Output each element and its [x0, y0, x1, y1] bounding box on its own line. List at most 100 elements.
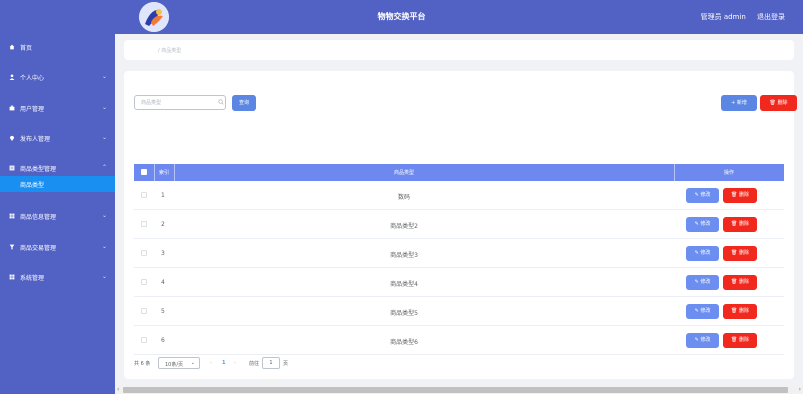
- edit-label: 修改: [700, 192, 711, 198]
- logout-link[interactable]: 退出登录: [757, 13, 785, 21]
- edit-button[interactable]: ✎ 修改: [686, 333, 719, 348]
- pin-icon: [9, 135, 15, 141]
- row-category: 商品类型4: [390, 281, 418, 288]
- page-size-value: 10条/页: [165, 362, 184, 368]
- chevron-down-icon: ⌄: [101, 104, 107, 111]
- add-button[interactable]: + 新增: [721, 95, 757, 111]
- sidebar-item-home[interactable]: 首页: [0, 40, 115, 54]
- sidebar-item-users[interactable]: 用户管理 ⌄: [0, 101, 115, 115]
- scroll-left-icon[interactable]: ‹: [117, 386, 119, 393]
- sidebar-item-label: 个人中心: [20, 75, 45, 82]
- sidebar-item-profile[interactable]: 个人中心 ⌄: [0, 70, 115, 84]
- prev-page-button[interactable]: ‹: [210, 360, 212, 366]
- chevron-up-icon: ⌃: [101, 164, 107, 171]
- sidebar-item-label: 商品交易管理: [20, 245, 57, 252]
- table-row: 6 商品类型6 ✎ 修改 🗑 删除: [134, 326, 784, 355]
- sidebar-item-system[interactable]: 系统管理 ⌄: [0, 270, 115, 284]
- delete-label: 删除: [738, 192, 749, 198]
- scroll-right-icon[interactable]: ›: [799, 386, 801, 393]
- chevron-down-icon: ⌄: [101, 73, 107, 80]
- header-category: 商品类型: [393, 170, 414, 176]
- breadcrumb-text: / 商品类型: [158, 48, 182, 54]
- batch-delete-button[interactable]: 🗑 删除: [760, 95, 797, 111]
- horizontal-scrollbar[interactable]: ‹ ›: [115, 386, 803, 394]
- trash-icon: 🗑: [731, 221, 738, 227]
- edit-label: 修改: [700, 221, 711, 227]
- batch-delete-label: 删除: [777, 100, 788, 106]
- chevron-down-icon: ⌄: [190, 360, 195, 366]
- delete-button[interactable]: 🗑 删除: [723, 188, 757, 203]
- edit-icon: ✎: [694, 337, 699, 343]
- grid-icon: [9, 213, 15, 219]
- sidebar-item-trades[interactable]: 商品交易管理 ⌄: [0, 240, 115, 254]
- trash-icon: 🗑: [769, 100, 776, 106]
- sidebar-item-publishers[interactable]: 发布人管理 ⌄: [0, 131, 115, 145]
- sidebar-item-label: 系统管理: [20, 275, 45, 282]
- delete-button[interactable]: 🗑 删除: [723, 246, 757, 261]
- grid-icon: [9, 274, 15, 280]
- search-icon: [218, 99, 224, 105]
- delete-button[interactable]: 🗑 删除: [723, 217, 757, 232]
- row-category: 商品类型2: [390, 223, 418, 230]
- trash-icon: 🗑: [731, 192, 738, 198]
- delete-button[interactable]: 🗑 删除: [723, 304, 757, 319]
- edit-label: 修改: [700, 279, 711, 285]
- sidebar-item-goods-info[interactable]: 商品信息管理 ⌄: [0, 209, 115, 223]
- goto-page-input[interactable]: 1: [262, 357, 280, 369]
- sidebar-item-label: 用户管理: [20, 106, 45, 113]
- users-icon: [9, 105, 15, 111]
- delete-label: 删除: [738, 337, 749, 343]
- row-category: 商品类型5: [390, 310, 418, 317]
- sidebar-item-label: 首页: [20, 45, 33, 52]
- trash-icon: 🗑: [731, 250, 738, 256]
- edit-button[interactable]: ✎ 修改: [686, 188, 719, 203]
- top-bar: 物物交换平台 管理员 admin 退出登录: [0, 0, 803, 34]
- edit-button[interactable]: ✎ 修改: [686, 246, 719, 261]
- breadcrumb: / 商品类型: [124, 40, 794, 60]
- sidebar-item-label: 商品类型管理: [20, 166, 57, 173]
- delete-button[interactable]: 🗑 删除: [723, 333, 757, 348]
- trash-icon: 🗑: [731, 337, 738, 343]
- page-number[interactable]: 1: [222, 360, 225, 366]
- edit-button[interactable]: ✎ 修改: [686, 217, 719, 232]
- goto-unit: 页: [283, 361, 289, 367]
- delete-button[interactable]: 🗑 删除: [723, 275, 757, 290]
- table-row: 1 数码 ✎ 修改 🗑 删除: [134, 181, 784, 210]
- home-icon: [9, 44, 15, 50]
- edit-icon: ✎: [694, 279, 699, 285]
- list-icon: [9, 165, 15, 171]
- sidebar-item-label: 发布人管理: [20, 136, 51, 143]
- trash-icon: 🗑: [731, 279, 738, 285]
- header-actions: 操作: [723, 170, 734, 176]
- scrollbar-thumb[interactable]: [123, 387, 788, 393]
- sidebar-item-category-management[interactable]: 商品类型管理 ⌃: [0, 161, 115, 175]
- trash-icon: 🗑: [731, 308, 738, 314]
- row-category: 数码: [397, 194, 410, 201]
- chevron-down-icon: ⌄: [101, 212, 107, 219]
- sidebar-subitem-label: 商品类型: [20, 182, 45, 189]
- sidebar-subitem-category[interactable]: 商品类型: [0, 176, 115, 192]
- edit-label: 修改: [700, 337, 711, 343]
- data-table: 索引 商品类型 操作 1 数码 ✎ 修改 🗑 删除 2 商品类型2 ✎ 修改 🗑…: [124, 149, 794, 379]
- row-category: 商品类型6: [390, 339, 418, 346]
- query-button[interactable]: 查询: [232, 95, 256, 111]
- total-count: 共 6 条: [134, 361, 151, 367]
- delete-label: 删除: [738, 250, 749, 256]
- delete-label: 删除: [738, 308, 749, 314]
- chevron-down-icon: ⌄: [101, 273, 107, 280]
- edit-label: 修改: [700, 250, 711, 256]
- chevron-down-icon: ⌄: [101, 134, 107, 141]
- page-size-select[interactable]: 10条/页 ⌄: [158, 357, 200, 369]
- table-row: 3 商品类型3 ✎ 修改 🗑 删除: [134, 239, 784, 268]
- delete-label: 删除: [738, 221, 749, 227]
- sidebar: 首页 个人中心 ⌄ 用户管理 ⌄ 发布人管理 ⌄ 商品类型管理 ⌃ 商品类型 商…: [0, 34, 115, 394]
- edit-icon: ✎: [694, 308, 699, 314]
- edit-button[interactable]: ✎ 修改: [686, 275, 719, 290]
- search-input[interactable]: [134, 95, 226, 110]
- edit-button[interactable]: ✎ 修改: [686, 304, 719, 319]
- edit-icon: ✎: [694, 192, 699, 198]
- edit-icon: ✎: [694, 250, 699, 256]
- edit-label: 修改: [700, 308, 711, 314]
- next-page-button[interactable]: ›: [234, 360, 236, 366]
- sidebar-item-label: 商品信息管理: [20, 214, 57, 221]
